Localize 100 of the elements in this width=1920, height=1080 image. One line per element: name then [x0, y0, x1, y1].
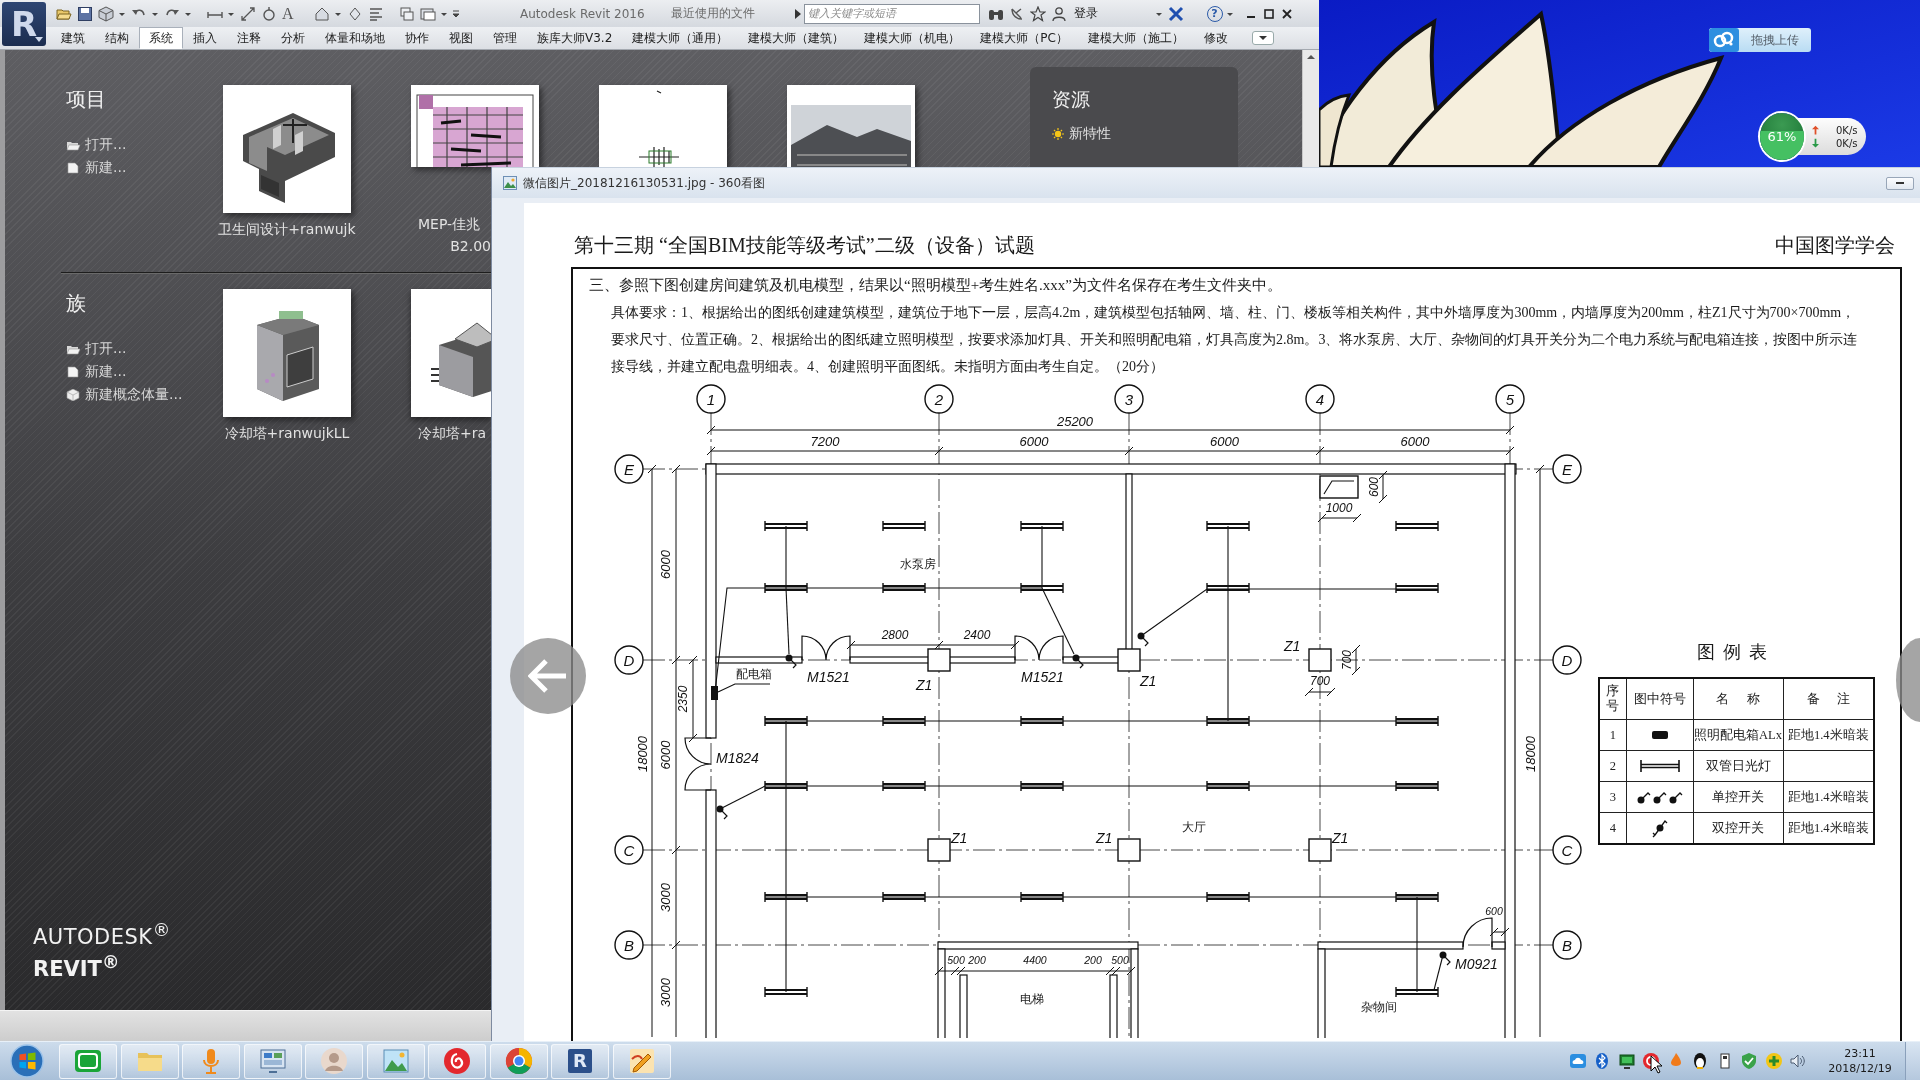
ribbon-tab[interactable]: 族库大师V3.2 — [527, 27, 623, 49]
start-page-link[interactable]: 打开... — [85, 339, 127, 358]
speaker-icon[interactable] — [1789, 1052, 1807, 1070]
thumbnail-caption[interactable]: 冷却塔+ra — [418, 422, 491, 444]
upload-button[interactable]: 拖拽上传 — [1709, 28, 1811, 52]
floor-plan-thumbnail[interactable] — [411, 85, 539, 167]
sketch-thumbnail[interactable] — [599, 85, 727, 167]
thumbnail-caption[interactable]: B2.00 — [418, 235, 491, 257]
start-page-link[interactable]: 打开... — [85, 135, 127, 154]
ribbon-tab[interactable]: 视图 — [439, 27, 483, 49]
up-arrow-icon[interactable] — [1306, 54, 1316, 60]
swirl-icon — [443, 1047, 471, 1075]
ribbon-tab[interactable]: 建模大师（建筑） — [738, 27, 855, 49]
person-icon[interactable] — [1050, 5, 1067, 22]
bluetooth-icon[interactable] — [1593, 1052, 1611, 1070]
maximize-icon[interactable] — [1262, 7, 1275, 20]
taskbar-button[interactable] — [59, 1043, 117, 1079]
taskbar-button[interactable] — [489, 1043, 548, 1079]
taskbar-button[interactable] — [428, 1043, 486, 1079]
resource-link[interactable]: 新特性 — [1069, 125, 1111, 143]
lines-icon[interactable] — [367, 5, 384, 22]
triangle-icon[interactable] — [794, 8, 801, 19]
fluorescent-lamp-icon — [1020, 715, 1064, 727]
tag-icon[interactable] — [261, 5, 277, 22]
thumbnail-caption[interactable]: MEP-佳兆 — [418, 213, 491, 235]
upload-speed: 0K/s — [1836, 124, 1858, 136]
close-icon[interactable] — [1280, 7, 1293, 20]
ribbon-tab[interactable]: 插入 — [183, 27, 227, 49]
start-page-link[interactable]: 新建... — [85, 158, 127, 177]
ribbon-tab[interactable]: 管理 — [483, 27, 527, 49]
dimension-text: 200 — [1084, 954, 1102, 966]
ribbon-tab[interactable]: 建模大师（施工） — [1077, 27, 1194, 49]
cooling-tower-thumbnail[interactable] — [223, 289, 351, 417]
taskbar-button[interactable] — [366, 1043, 425, 1079]
down-arrow-icon — [1812, 138, 1819, 148]
ribbon-tab[interactable]: 协作 — [395, 27, 439, 49]
fluorescent-lamp-icon — [882, 780, 926, 792]
taskbar-button[interactable] — [612, 1043, 671, 1079]
cloud-icon[interactable] — [1568, 1052, 1587, 1070]
thumbnail-caption[interactable]: 卫生间设计+ranwujk — [193, 218, 381, 240]
network-icon[interactable] — [1617, 1052, 1636, 1070]
windows-icon[interactable] — [398, 5, 415, 22]
plus-icon[interactable] — [1764, 1052, 1783, 1070]
resources-title: 资源 — [1052, 87, 1090, 111]
thumbnail-caption[interactable]: 冷却塔+ranwujkLL — [193, 422, 381, 444]
start-page-link[interactable]: 新建概念体量... — [85, 385, 183, 404]
column-icon — [1308, 838, 1332, 862]
taskbar-button[interactable] — [243, 1043, 302, 1079]
building-thumbnail[interactable] — [787, 85, 915, 167]
column-icon — [1117, 838, 1141, 862]
start-page-link[interactable]: 新建... — [85, 362, 127, 381]
door-tag: M1521 — [807, 669, 850, 685]
ribbon-tab[interactable]: 结构 — [95, 27, 139, 49]
house-icon[interactable] — [313, 5, 330, 22]
column-tag: Z1 — [1284, 638, 1301, 654]
taskbar-button[interactable]: R — [551, 1043, 609, 1079]
sign-in-link[interactable]: 登录 — [1073, 5, 1098, 22]
dimension-text: 600 — [1367, 477, 1381, 497]
room-label: 电梯 — [1020, 992, 1044, 1006]
door-swing-icon — [684, 737, 712, 791]
text-tool-button[interactable]: A — [282, 4, 294, 23]
search-field[interactable]: 键入关键字或短语 — [803, 3, 980, 24]
fluorescent-lamp-icon — [1395, 891, 1439, 903]
star-icon[interactable] — [1029, 5, 1046, 22]
dimension-line — [1304, 687, 1336, 697]
ribbon-tab[interactable]: 建模大师（机电） — [854, 27, 971, 49]
ribbon-tab[interactable]: 修改 — [1193, 27, 1238, 49]
panel-box-icon — [711, 686, 718, 700]
window-stack-icon[interactable] — [419, 5, 436, 22]
cooling-unit-thumbnail[interactable] — [411, 289, 491, 417]
dimension-text: 600 — [1485, 905, 1503, 917]
clock-button[interactable]: 23:11 2018/12/19 — [1821, 1043, 1899, 1079]
dimension-text: 18000 — [1523, 735, 1538, 773]
ribbon-tab[interactable]: 建模大师（PC） — [970, 27, 1078, 49]
application-menu-button[interactable]: R — [2, 2, 46, 46]
cross-icon[interactable] — [1167, 5, 1184, 22]
save-icon[interactable] — [77, 5, 93, 22]
ribbon-tab[interactable]: 系统 — [139, 27, 183, 49]
ribbon-options-button[interactable] — [1251, 31, 1274, 45]
fluorescent-lamp-icon — [1206, 891, 1250, 903]
dimension-text: 6000 — [1019, 434, 1049, 449]
dimension-text: 2400 — [963, 628, 991, 642]
cube-icon[interactable] — [98, 5, 114, 22]
ribbon-tab[interactable]: 建模大师（通用） — [622, 27, 739, 49]
column-icon — [927, 648, 951, 672]
ribbon-tab[interactable]: 分析 — [271, 27, 315, 49]
scrollbar[interactable] — [1302, 50, 1319, 167]
switch-icon — [785, 654, 797, 669]
minimize-button[interactable] — [1886, 176, 1914, 190]
segmented-circle-icon — [504, 1047, 533, 1075]
switch-icon — [1137, 632, 1149, 647]
ribbon-tab[interactable]: 建筑 — [51, 27, 95, 49]
penguin-icon[interactable] — [1691, 1052, 1709, 1070]
dimension-icon[interactable] — [240, 5, 256, 22]
door-swing-icon — [1462, 917, 1493, 948]
room-model-thumbnail[interactable] — [223, 85, 351, 213]
column-icon — [1308, 648, 1332, 672]
ribbon-tab[interactable]: 体量和场地 — [315, 27, 395, 49]
shield-icon[interactable] — [1740, 1052, 1758, 1070]
ribbon-tab[interactable]: 注释 — [227, 27, 271, 49]
